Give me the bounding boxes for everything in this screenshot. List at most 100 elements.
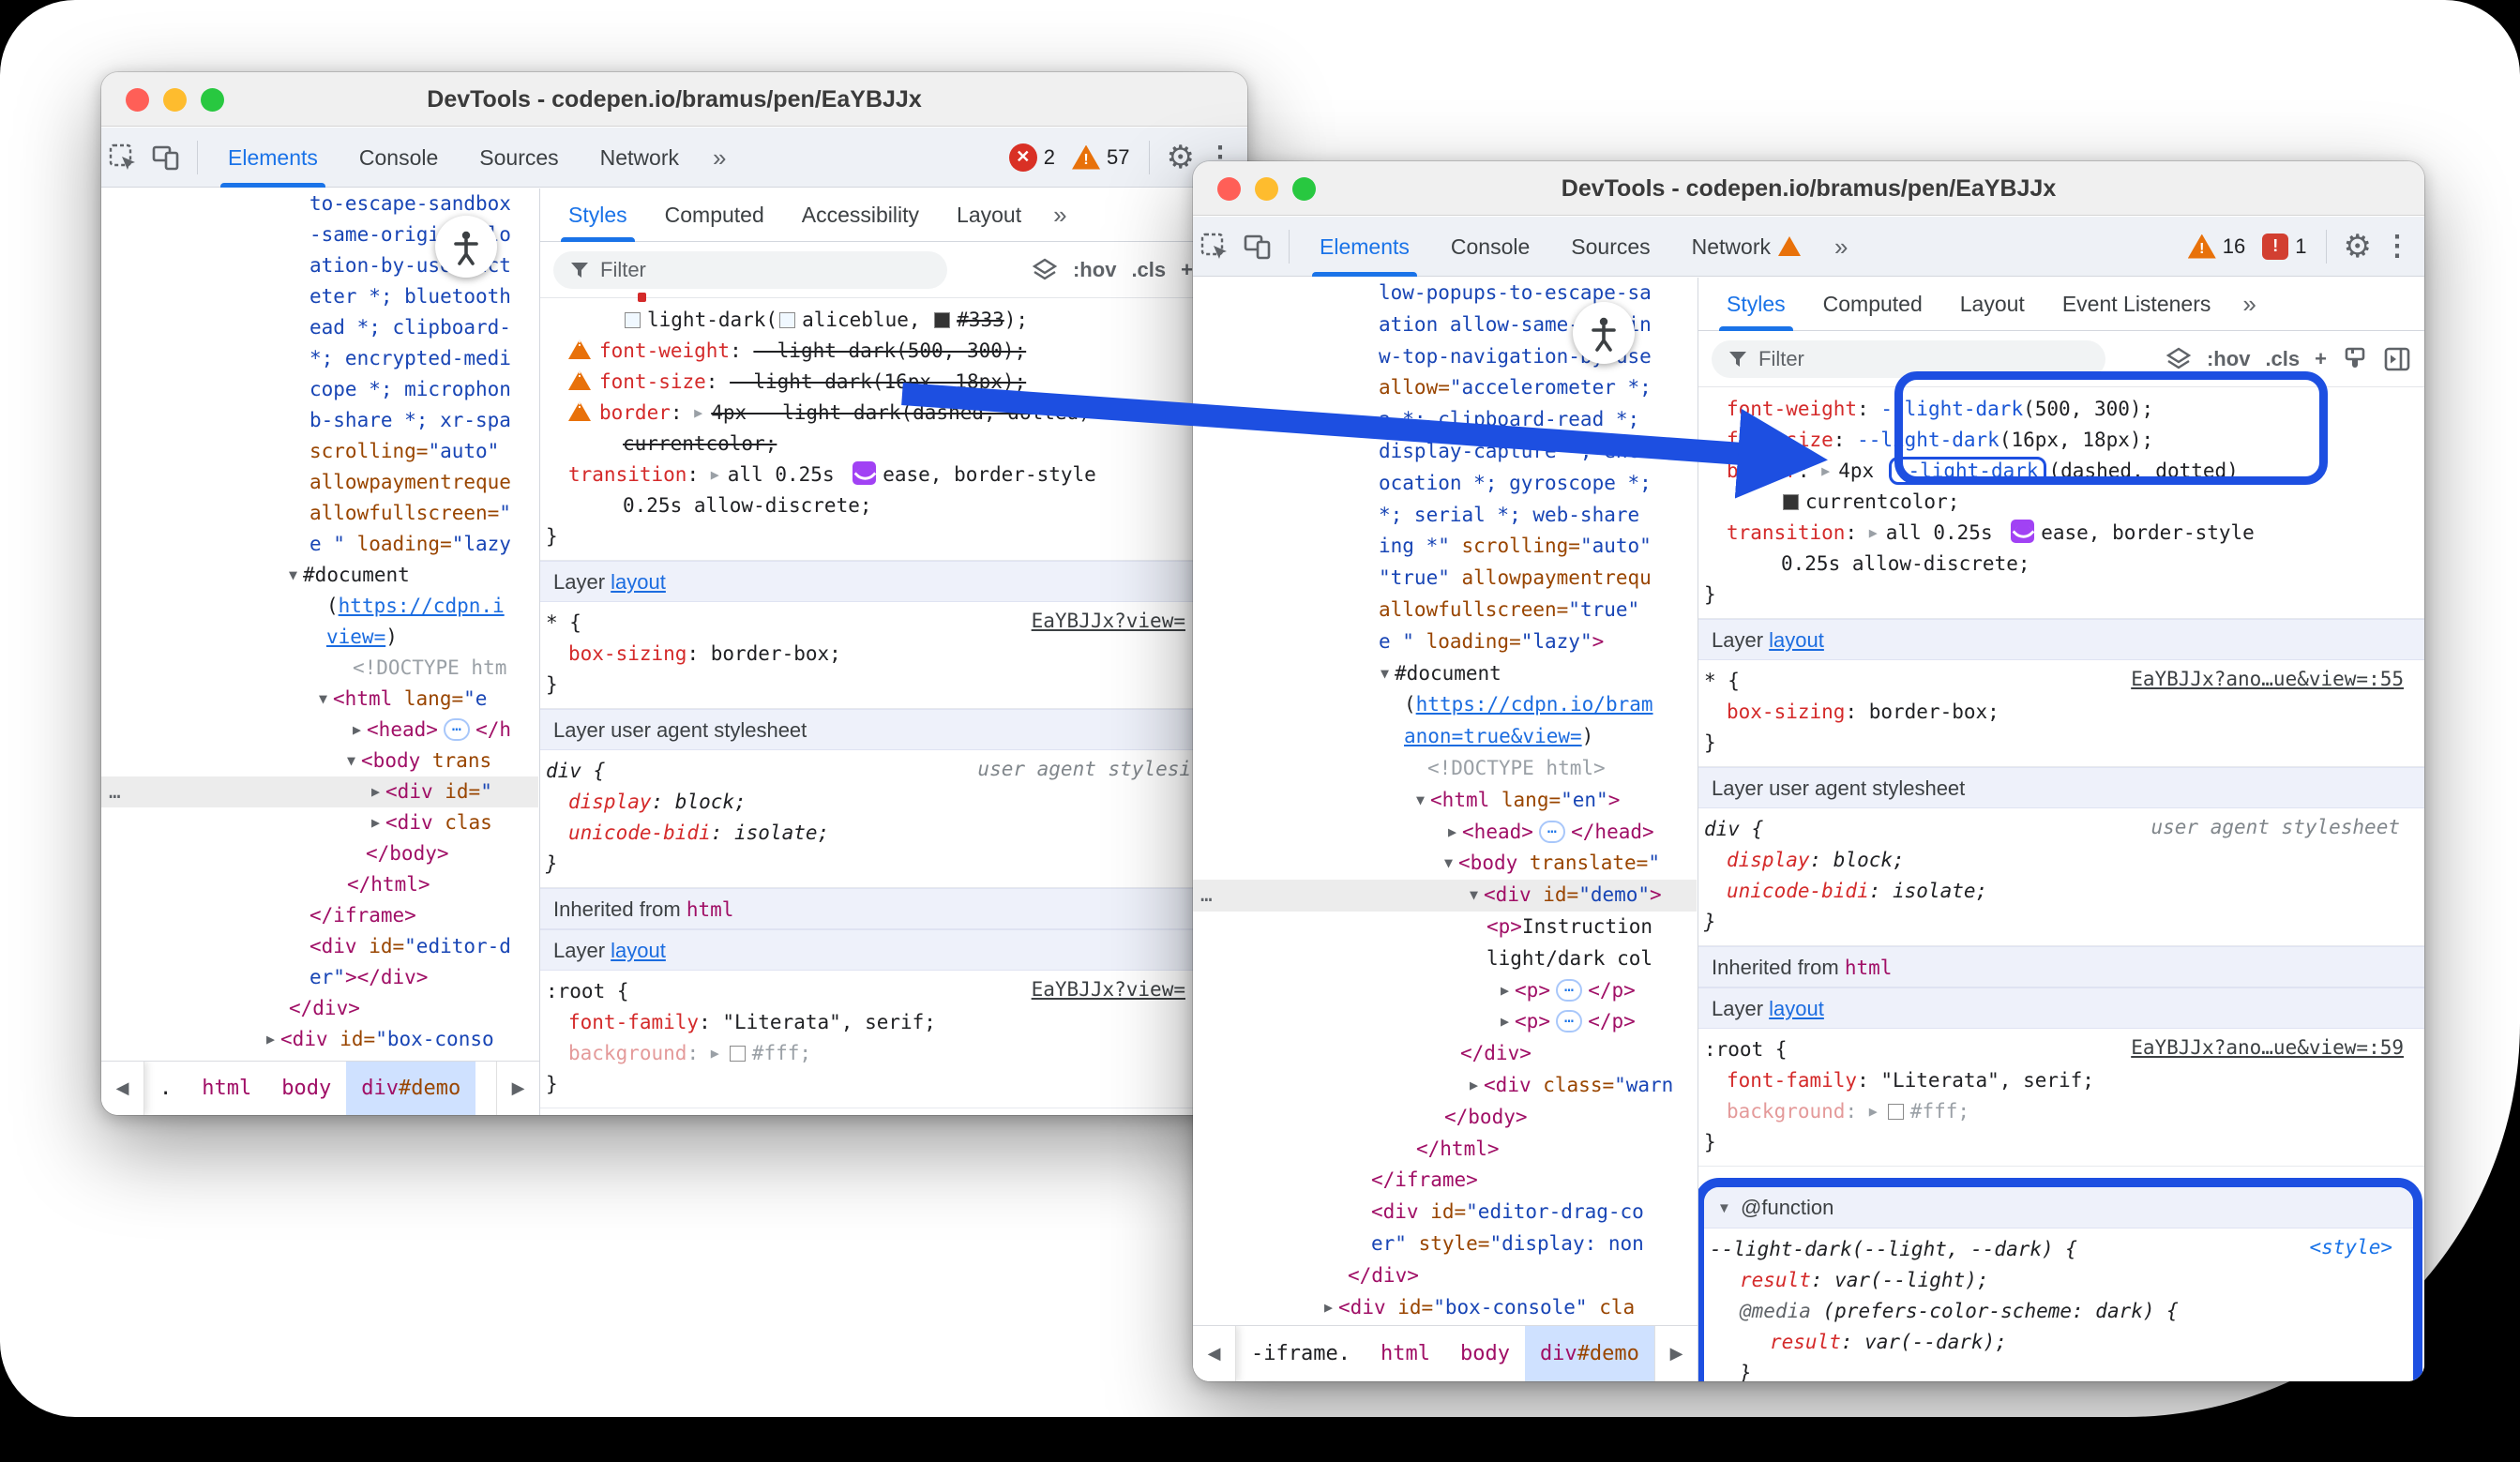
stylesheet-link[interactable]: <style> xyxy=(2309,1236,2392,1259)
code-segment[interactable]: layout xyxy=(1769,997,1824,1020)
inspect-element-icon[interactable] xyxy=(1193,225,1236,268)
dom-row[interactable]: …▼<div id="demo"> xyxy=(1193,880,1697,912)
code-segment[interactable]: ⋯ xyxy=(1539,821,1565,843)
stylesheet-link[interactable]: EaYBJJx?ano…ue&view=:59 xyxy=(2131,1036,2404,1059)
style-rule[interactable]: EaYBJJx?ano…ue&view=:55* {box-sizing: bo… xyxy=(1698,660,2424,767)
sidebar-tab-computed[interactable]: Computed xyxy=(1804,278,1941,331)
more-sidebar-tabs-chevron[interactable]: » xyxy=(2229,290,2269,319)
dom-row[interactable]: display-capture *; encr xyxy=(1193,436,1697,468)
dom-row[interactable]: ▼<body trans xyxy=(101,746,538,776)
dom-row[interactable]: </html> xyxy=(1193,1134,1697,1166)
dom-row[interactable]: </div> xyxy=(101,993,538,1024)
cascade-layers-icon[interactable] xyxy=(2165,346,2192,372)
dom-row[interactable]: <!DOCTYPE htm xyxy=(101,653,538,684)
breadcrumb-item[interactable]: html xyxy=(187,1062,266,1115)
code-segment[interactable]: ⋯ xyxy=(1556,1010,1582,1032)
style-rule[interactable]: EaYBJJx?ano…ue&view=:59:root {font-famil… xyxy=(1698,1029,2424,1167)
titlebar[interactable]: DevTools - codepen.io/bramus/pen/EaYBJJx xyxy=(101,72,1247,127)
tab-console[interactable]: Console xyxy=(339,128,459,188)
sidebar-tab-computed[interactable]: Computed xyxy=(646,188,783,242)
css-declaration[interactable]: background: ▶ #fff; xyxy=(1698,1096,2424,1127)
css-declaration[interactable]: transition: ▶ all 0.25s ease, border-sty… xyxy=(1698,518,2424,549)
code-segment[interactable]: https://cdpn.io/bram xyxy=(1416,693,1653,716)
css-declaration[interactable]: } xyxy=(1704,1358,2413,1381)
tab-sources[interactable]: Sources xyxy=(1550,217,1670,277)
code-segment[interactable]: layout xyxy=(611,939,666,962)
css-declaration[interactable]: box-sizing: border-box; xyxy=(540,639,1247,670)
dom-row[interactable]: </body> xyxy=(101,838,538,869)
dom-row[interactable]: e " loading="lazy"> xyxy=(1193,626,1697,658)
sidebar-tab-styles[interactable]: Styles xyxy=(1708,278,1804,331)
breadcrumb-next-button[interactable]: ▶ xyxy=(1654,1326,1698,1381)
dom-row[interactable]: ▼<body translate=" xyxy=(1193,848,1697,880)
css-declaration[interactable]: } xyxy=(540,849,1247,880)
css-declaration[interactable]: --light-dark(--light, --dark) { xyxy=(1704,1234,2413,1265)
dom-row[interactable]: ation allow-same-origin xyxy=(1193,309,1697,341)
style-rule[interactable]: light-dark(aliceblue, #333);!font-weight… xyxy=(540,299,1247,561)
breadcrumb-prev-button[interactable]: ◀ xyxy=(101,1062,144,1115)
dom-row[interactable]: ▶<div id="box-conso xyxy=(101,1024,538,1055)
dom-row[interactable]: </div> xyxy=(1193,1038,1697,1070)
css-declaration[interactable]: currentcolor; xyxy=(540,429,1247,460)
code-segment[interactable]: ⋯ xyxy=(444,718,470,741)
node-menu-dots[interactable]: … xyxy=(109,776,123,807)
css-declaration[interactable]: } xyxy=(540,521,1247,552)
element-classes-button[interactable]: .cls xyxy=(1131,258,1166,282)
code-segment[interactable]: --light-dark xyxy=(1880,398,2023,420)
badge-error[interactable]: ✕2 xyxy=(1009,143,1055,172)
badge-issue[interactable]: !1 xyxy=(2262,234,2306,260)
more-panels-chevron[interactable]: » xyxy=(700,128,739,188)
css-declaration[interactable]: transition: ▶ all 0.25s ease, border-sty… xyxy=(540,460,1247,490)
dom-row[interactable]: <!DOCTYPE html> xyxy=(1193,753,1697,785)
dom-row[interactable]: er"></div> xyxy=(101,962,538,993)
toggle-element-state-button[interactable]: :hov xyxy=(1073,258,1116,282)
css-declaration[interactable]: @media (prefers-color-scheme: dark) { xyxy=(1704,1296,2413,1327)
breadcrumb-item[interactable]: . xyxy=(144,1062,187,1115)
code-segment[interactable]: https://cdpn.i xyxy=(339,595,505,617)
css-declaration[interactable]: box-sizing: border-box; xyxy=(1698,697,2424,728)
toggle-element-state-button[interactable]: :hov xyxy=(2207,347,2250,371)
tab-elements[interactable]: Elements xyxy=(207,128,339,188)
css-declaration[interactable]: result: var(--dark); xyxy=(1704,1327,2413,1358)
css-declaration[interactable]: } xyxy=(540,670,1247,701)
filter-input[interactable]: Filter xyxy=(553,251,947,289)
css-declaration[interactable]: unicode-bidi: isolate; xyxy=(540,818,1247,849)
cascade-layers-icon[interactable] xyxy=(1032,257,1058,283)
css-declaration[interactable]: result: var(--light); xyxy=(1704,1265,2413,1296)
device-toolbar-icon[interactable] xyxy=(1236,225,1279,268)
css-declaration[interactable]: } xyxy=(1698,907,2424,938)
dom-row[interactable]: <div id="editor-drag-co xyxy=(1193,1197,1697,1228)
dom-row[interactable]: ing *" scrolling="auto" xyxy=(1193,531,1697,563)
inspect-element-icon[interactable] xyxy=(101,136,144,179)
dom-row[interactable]: allow="accelerometer *; xyxy=(1193,372,1697,404)
sidebar-tab-layout[interactable]: Layout xyxy=(938,188,1040,242)
new-style-rule-button[interactable]: + xyxy=(1181,258,1193,282)
tab-elements[interactable]: Elements xyxy=(1299,217,1430,277)
dom-row[interactable]: ▶<p>⋯</p> xyxy=(1193,975,1697,1007)
code-segment[interactable]: layout xyxy=(1769,628,1824,652)
settings-gear-icon[interactable]: ⚙ xyxy=(1167,139,1195,176)
css-declaration[interactable]: } xyxy=(1698,728,2424,759)
code-segment[interactable]: --light-dark xyxy=(1857,429,1999,451)
styles-content[interactable]: font-weight: --light-dark(500, 300);font… xyxy=(1698,388,2424,1381)
style-rule[interactable]: EaYBJJx?view=* {box-sizing: border-box;} xyxy=(540,602,1247,709)
css-declaration[interactable]: !font-size: --light-dark(16px, 18px); xyxy=(540,367,1247,398)
stylesheet-link[interactable]: EaYBJJx?view= xyxy=(1032,978,1185,1001)
dom-row[interactable]: </iframe> xyxy=(101,900,538,931)
breadcrumb-prev-button[interactable]: ◀ xyxy=(1193,1326,1236,1381)
css-declaration[interactable]: font-size: --light-dark(16px, 18px); xyxy=(1698,425,2424,456)
settings-gear-icon[interactable]: ⚙ xyxy=(2344,228,2372,265)
dom-row[interactable]: *; serial *; web-share xyxy=(1193,500,1697,532)
dom-row[interactable]: e " loading="lazy xyxy=(101,529,538,560)
dom-tree-pane[interactable]: to-escape-sandbox-same-origin alloation-… xyxy=(101,188,538,1061)
dom-row[interactable]: ead *; clipboard- xyxy=(101,312,538,343)
device-toolbar-icon[interactable] xyxy=(144,136,188,179)
element-classes-button[interactable]: .cls xyxy=(2265,347,2300,371)
css-declaration[interactable]: unicode-bidi: isolate; xyxy=(1698,876,2424,907)
dom-row[interactable]: low-popups-to-escape-sa xyxy=(1193,278,1697,309)
dom-row[interactable]: allowfullscreen="true" xyxy=(1193,595,1697,626)
css-declaration[interactable]: 0.25s allow-discrete; xyxy=(1698,549,2424,580)
code-segment[interactable]: layout xyxy=(611,570,666,594)
dom-row[interactable]: eter *; bluetooth xyxy=(101,281,538,312)
dom-row[interactable]: …▶<div id=" xyxy=(101,776,538,807)
